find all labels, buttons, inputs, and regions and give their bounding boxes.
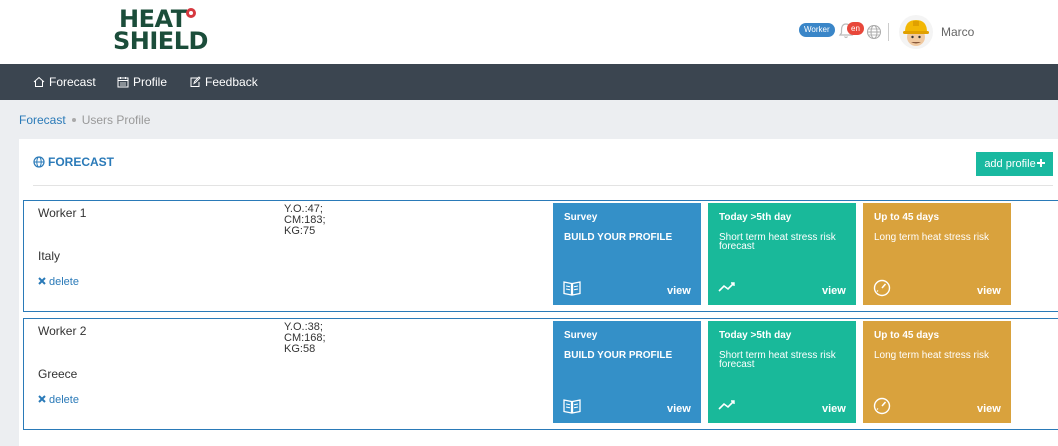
- card-subtitle: Long term heat stress risk: [874, 232, 990, 243]
- card-title: Survey: [564, 330, 598, 341]
- card-title: Up to 45 days: [874, 330, 940, 341]
- nav-feedback-label: Feedback: [205, 75, 258, 89]
- gauge-icon: [873, 397, 891, 415]
- nav-feedback[interactable]: Feedback: [189, 64, 258, 100]
- delete-worker-link[interactable]: delete: [38, 394, 79, 406]
- card-subtitle: BUILD YOUR PROFILE: [564, 232, 673, 243]
- view-link[interactable]: view: [977, 403, 1001, 415]
- main-navbar: Forecast Profile Feedback: [0, 64, 1058, 100]
- view-link[interactable]: view: [822, 403, 846, 415]
- username[interactable]: Marco: [941, 25, 974, 39]
- edit-icon: [190, 76, 201, 87]
- view-link[interactable]: view: [977, 285, 1001, 297]
- gauge-icon: [873, 279, 891, 297]
- long-term-forecast-card[interactable]: Up to 45 days Long term heat stress risk…: [863, 321, 1011, 423]
- user-avatar[interactable]: [899, 15, 933, 49]
- delete-label: delete: [49, 276, 79, 288]
- card-title: Up to 45 days: [874, 212, 940, 223]
- header-divider: [888, 23, 889, 41]
- worker-row: Worker 1 Y.O.:47; CM:183; KG:75 Italy de…: [23, 200, 1058, 312]
- add-profile-label: add profile: [984, 158, 1036, 170]
- worker-row: Worker 2 Y.O.:38; CM:168; KG:58 Greece d…: [23, 318, 1058, 430]
- card-title: Today >5th day: [719, 330, 792, 341]
- card-subtitle: Short term heat stress risk forecast: [719, 232, 836, 252]
- trend-icon: [718, 400, 735, 410]
- plus-icon: [1036, 159, 1045, 167]
- trend-icon: [718, 282, 735, 292]
- long-term-forecast-card[interactable]: Up to 45 days Long term heat stress risk…: [863, 203, 1011, 305]
- delete-label: delete: [49, 394, 79, 406]
- book-icon: [563, 399, 581, 414]
- worker-weight: KG:75: [284, 225, 316, 237]
- panel-title: FORECAST: [33, 155, 114, 169]
- worker-stats: Y.O.:38; CM:168; KG:58: [284, 322, 326, 355]
- add-profile-button[interactable]: add profile: [976, 152, 1053, 176]
- card-subtitle: Short term heat stress risk forecast: [719, 350, 836, 370]
- language-badge[interactable]: en: [847, 22, 864, 35]
- worker-name: Worker 1: [38, 206, 87, 220]
- nav-forecast[interactable]: Forecast: [33, 64, 96, 100]
- card-title: Today >5th day: [719, 212, 792, 223]
- close-icon: [38, 277, 46, 285]
- nav-profile[interactable]: Profile: [117, 64, 167, 100]
- app-header: HEAT SHIELD Worker en Marco: [0, 0, 1058, 64]
- worker-avatar-icon: [903, 20, 929, 46]
- logo-line-2: SHIELD: [113, 27, 208, 55]
- close-icon: [38, 395, 46, 403]
- card-subtitle: Long term heat stress risk: [874, 350, 990, 361]
- survey-card[interactable]: Survey BUILD YOUR PROFILE view: [553, 321, 701, 423]
- role-badge: Worker: [799, 23, 835, 37]
- breadcrumb-separator: [71, 118, 76, 122]
- survey-card[interactable]: Survey BUILD YOUR PROFILE view: [553, 203, 701, 305]
- panel-title-text: FORECAST: [48, 155, 114, 169]
- breadcrumb-forecast-link[interactable]: Forecast: [19, 113, 66, 127]
- delete-worker-link[interactable]: delete: [38, 276, 79, 288]
- worker-weight: KG:58: [284, 343, 316, 355]
- forecast-panel: FORECAST add profile Worker 1 Y.O.:47; C…: [19, 139, 1058, 446]
- nav-forecast-label: Forecast: [49, 75, 96, 89]
- card-title: Survey: [564, 212, 598, 223]
- globe-icon: [33, 156, 45, 168]
- short-term-forecast-card[interactable]: Today >5th day Short term heat stress ri…: [708, 321, 856, 423]
- home-icon: [33, 76, 45, 87]
- view-link[interactable]: view: [667, 285, 691, 297]
- book-icon: [563, 281, 581, 296]
- worker-country: Greece: [38, 367, 78, 381]
- view-link[interactable]: view: [822, 285, 846, 297]
- breadcrumb-current: Users Profile: [81, 113, 151, 127]
- breadcrumb: Forecast Users Profile: [19, 113, 150, 127]
- calendar-icon: [117, 77, 129, 88]
- worker-stats: Y.O.:47; CM:183; KG:75: [284, 204, 326, 237]
- worker-country: Italy: [38, 249, 61, 263]
- globe-icon[interactable]: [866, 24, 882, 40]
- worker-name: Worker 2: [38, 324, 87, 338]
- panel-divider: [33, 185, 1053, 186]
- card-subtitle: BUILD YOUR PROFILE: [564, 350, 673, 361]
- heatshield-logo[interactable]: HEAT SHIELD: [113, 7, 208, 58]
- logo-dot: [186, 8, 196, 18]
- nav-profile-label: Profile: [133, 75, 168, 89]
- view-link[interactable]: view: [667, 403, 691, 415]
- short-term-forecast-card[interactable]: Today >5th day Short term heat stress ri…: [708, 203, 856, 305]
